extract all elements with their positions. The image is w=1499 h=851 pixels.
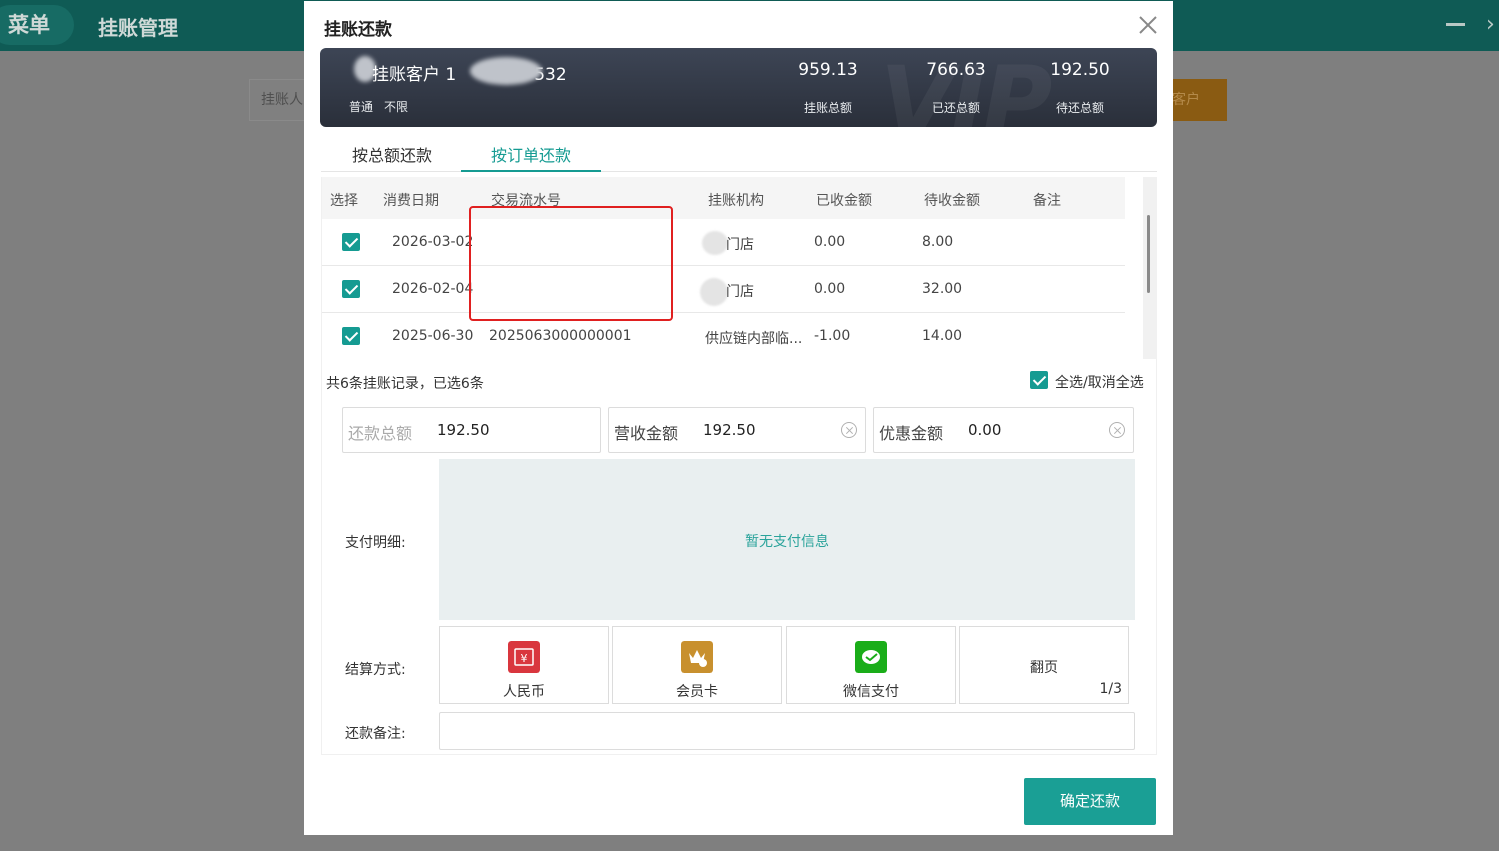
pay-rmb-label: 人民币 xyxy=(503,684,545,700)
svg-text:¥: ¥ xyxy=(521,652,528,665)
table-row[interactable]: 2025-06-30 2025063000000001 供应链内部临... -1… xyxy=(322,313,1125,359)
pay-wechat-button[interactable]: 微信支付 xyxy=(786,626,956,704)
highlight-box xyxy=(469,206,673,321)
close-icon[interactable] xyxy=(1136,13,1160,37)
customer-name-text: 挂账客户 1 xyxy=(372,65,457,85)
page-number: 1/3 xyxy=(1099,681,1122,697)
pending-total-value: 192.50 xyxy=(1050,60,1110,80)
tab-repay-by-total[interactable]: 按总额还款 xyxy=(332,142,452,172)
page-turn-button[interactable]: 翻页 1/3 xyxy=(959,626,1129,704)
pay-rmb-button[interactable]: ¥ 人民币 xyxy=(439,626,609,704)
table-row[interactable]: 2026-03-02 门店 0.00 8.00 xyxy=(322,219,1125,266)
col-org: 挂账机构 xyxy=(708,193,764,209)
row-received: 0.00 xyxy=(814,234,846,250)
row-serial: 2025063000000001 xyxy=(489,328,632,344)
clear-icon[interactable] xyxy=(841,422,857,438)
page-turn-label: 翻页 xyxy=(1030,660,1058,676)
total-credit-value: 959.13 xyxy=(798,60,858,80)
revenue-amount-field[interactable]: 营收金额 192.50 xyxy=(608,407,866,453)
customer-limit: 不限 xyxy=(384,100,409,114)
clear-icon[interactable] xyxy=(1109,422,1125,438)
page-title: 挂账管理 xyxy=(98,16,178,40)
repayment-modal: 挂账还款 VIP 挂账客户 1 532 普通 不限 959.13 挂账总额 766… xyxy=(304,1,1173,835)
repay-mode-tabs: 按总额还款 按订单还款 xyxy=(321,142,1157,172)
row-date: 2025-06-30 xyxy=(392,328,474,344)
pay-member-card-label: 会员卡 xyxy=(676,684,718,700)
select-all-checkbox[interactable] xyxy=(1030,371,1048,389)
remark-input[interactable] xyxy=(439,712,1135,750)
table-scrollbar[interactable] xyxy=(1143,177,1157,359)
row-checkbox[interactable] xyxy=(342,280,360,298)
payment-detail-panel: 暂无支付信息 xyxy=(439,459,1135,620)
redaction-blur xyxy=(700,278,728,306)
record-summary: 共6条挂账记录，已选6条 xyxy=(326,376,484,392)
table-row[interactable]: 2026-02-04 门店 0.00 32.00 xyxy=(322,266,1125,313)
col-pending: 待收金额 xyxy=(924,193,980,209)
discount-amount-value[interactable]: 0.00 xyxy=(968,421,1001,439)
repay-total-label: 还款总额 xyxy=(348,424,413,443)
row-pending: 14.00 xyxy=(922,328,963,344)
rmb-icon: ¥ xyxy=(508,641,540,673)
total-credit-label: 挂账总额 xyxy=(803,101,852,115)
repaid-total-value: 766.63 xyxy=(926,60,986,80)
row-checkbox[interactable] xyxy=(342,327,360,345)
discount-amount-label: 优惠金额 xyxy=(879,424,944,443)
redaction-blur xyxy=(470,57,542,85)
row-org: 门店 xyxy=(726,284,754,300)
repaid-total-label: 已还总额 xyxy=(931,101,980,115)
menu-button[interactable]: 菜单 xyxy=(0,5,74,45)
row-received: 0.00 xyxy=(814,281,846,297)
repay-total-value: 192.50 xyxy=(437,421,490,439)
repay-total-field: 还款总额 192.50 xyxy=(342,407,601,453)
revenue-amount-label: 营收金额 xyxy=(614,424,679,443)
row-date: 2026-02-04 xyxy=(392,281,474,297)
minimize-icon[interactable] xyxy=(1446,23,1465,26)
row-pending: 32.00 xyxy=(922,281,963,297)
wechat-pay-icon xyxy=(855,641,887,673)
confirm-repay-button[interactable]: 确定还款 xyxy=(1024,778,1156,825)
redaction-blur xyxy=(702,231,728,255)
payment-detail-label: 支付明细: xyxy=(345,535,406,551)
select-all-label: 全选/取消全选 xyxy=(1055,375,1144,391)
col-note: 备注 xyxy=(1033,193,1061,209)
revenue-amount-value[interactable]: 192.50 xyxy=(703,421,756,439)
chevron-right-icon[interactable]: › xyxy=(1486,12,1495,37)
row-pending: 8.00 xyxy=(922,234,954,250)
row-org: 供应链内部临... xyxy=(705,331,803,347)
col-received: 已收金额 xyxy=(816,193,872,209)
scrollbar-thumb[interactable] xyxy=(1147,215,1150,293)
col-date: 消费日期 xyxy=(383,193,439,209)
discount-amount-field[interactable]: 优惠金额 0.00 xyxy=(873,407,1134,453)
member-card-icon xyxy=(681,641,713,673)
customer-level: 普通 xyxy=(349,100,374,114)
row-org: 门店 xyxy=(726,237,754,253)
row-date: 2026-03-02 xyxy=(392,234,474,250)
row-checkbox[interactable] xyxy=(342,233,360,251)
order-table: 选择 消费日期 交易流水号 挂账机构 已收金额 待收金额 备注 2026-03-… xyxy=(321,177,1157,359)
row-received: -1.00 xyxy=(814,328,851,344)
pending-total-label: 待还总额 xyxy=(1055,101,1104,115)
modal-title: 挂账还款 xyxy=(324,20,392,40)
customer-card: VIP 挂账客户 1 532 普通 不限 959.13 挂账总额 766.63 已… xyxy=(320,48,1157,127)
col-select: 选择 xyxy=(330,193,358,209)
remark-label: 还款备注: xyxy=(345,726,406,742)
payment-empty-text: 暂无支付信息 xyxy=(745,534,829,550)
tab-repay-by-order[interactable]: 按订单还款 xyxy=(461,142,601,172)
pay-member-card-button[interactable]: 会员卡 xyxy=(612,626,782,704)
pay-wechat-label: 微信支付 xyxy=(843,684,899,700)
table-header: 选择 消费日期 交易流水号 挂账机构 已收金额 待收金额 备注 xyxy=(322,177,1125,219)
settle-method-label: 结算方式: xyxy=(345,662,406,678)
